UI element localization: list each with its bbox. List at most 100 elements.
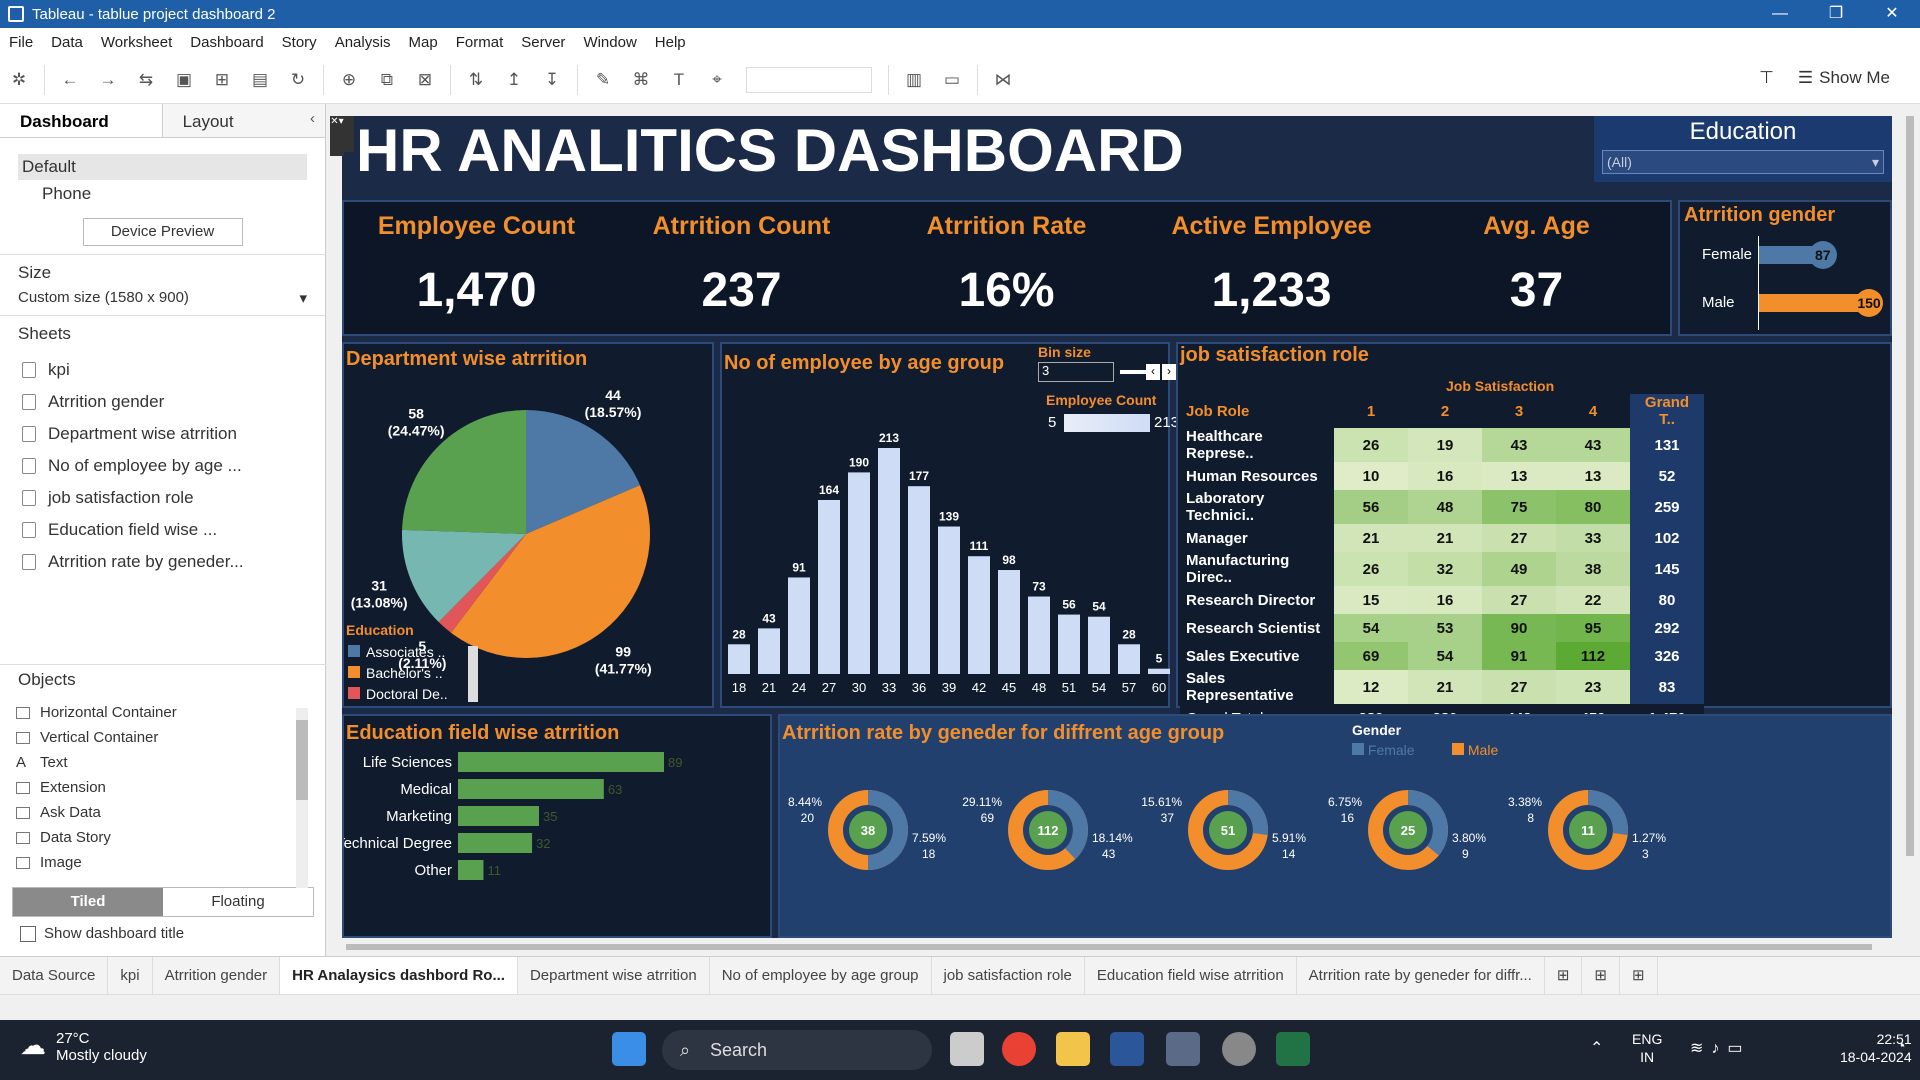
object-extension[interactable]: Extension (0, 775, 326, 800)
satisfaction-cell[interactable]: 48 (1408, 490, 1482, 524)
presentation-icon[interactable]: ▭ (938, 66, 966, 94)
satisfaction-cell[interactable]: 43 (1556, 428, 1630, 462)
sort-descending-icon[interactable]: ↧ (538, 66, 566, 94)
highlight-icon[interactable]: ✎ (589, 66, 617, 94)
grand-total-cell[interactable]: 292 (1630, 614, 1704, 642)
satisfaction-cell[interactable]: 112 (1556, 642, 1630, 670)
collapse-pane-icon[interactable]: ‹ (310, 110, 315, 127)
satisfaction-cell[interactable]: 22 (1556, 586, 1630, 614)
satisfaction-cell[interactable]: 91 (1482, 642, 1556, 670)
save-icon[interactable]: ▣ (170, 66, 198, 94)
satisfaction-cell[interactable]: 26 (1334, 552, 1408, 586)
satisfaction-cell[interactable]: 54 (1334, 614, 1408, 642)
tiled-button[interactable]: Tiled (13, 888, 163, 916)
menu-window[interactable]: Window (574, 34, 645, 51)
grand-total-cell[interactable]: 102 (1630, 524, 1704, 552)
menu-worksheet[interactable]: Worksheet (92, 34, 181, 51)
weather-widget[interactable]: ☁ 27°C Mostly cloudy (20, 1030, 147, 1064)
redo-icon[interactable]: → (94, 66, 122, 94)
job-role-cell[interactable]: Laboratory Technici.. (1180, 490, 1334, 524)
satisfaction-cell[interactable]: 23 (1556, 670, 1630, 704)
satisfaction-cell[interactable]: 15 (1334, 586, 1408, 614)
new-worksheet-icon[interactable]: ⊕ (335, 66, 363, 94)
tab-department-attrition[interactable]: Department wise atrrition (518, 956, 710, 995)
object-image[interactable]: Image (0, 850, 326, 875)
cards-icon[interactable]: ▥ (900, 66, 928, 94)
satisfaction-cell[interactable]: 27 (1482, 670, 1556, 704)
tab-dashboard[interactable]: Dashboard (0, 104, 163, 137)
object-text[interactable]: A Text (0, 750, 326, 775)
tableau-taskbar-icon[interactable] (1166, 1032, 1200, 1066)
satisfaction-cell[interactable]: 49 (1482, 552, 1556, 586)
tab-hr-dashboard[interactable]: HR Analaysics dashbord Ro... (280, 956, 518, 995)
grand-total-cell[interactable]: 145 (1630, 552, 1704, 586)
grand-total-cell[interactable]: 80 (1630, 586, 1704, 614)
new-dashboard-tab-icon[interactable]: ⊞ (1582, 956, 1620, 995)
legend-item[interactable]: Doctoral De.. (348, 684, 448, 705)
maximize-button[interactable]: ❐ (1808, 0, 1864, 28)
start-icon[interactable] (612, 1032, 646, 1066)
refresh-icon[interactable]: ↻ (284, 66, 312, 94)
objects-scrollbar[interactable] (296, 708, 308, 888)
sheet-item[interactable]: kpi (0, 354, 325, 386)
menu-story[interactable]: Story (273, 34, 326, 51)
tab-attrition-gender[interactable]: Atrrition gender (153, 956, 281, 995)
excel-icon[interactable] (1276, 1032, 1310, 1066)
grand-total-cell[interactable]: 131 (1630, 428, 1704, 462)
satisfaction-cell[interactable]: 10 (1334, 462, 1408, 490)
show-me-button[interactable]: ⊤ ☰ Show Me (1759, 68, 1890, 88)
satisfaction-cell[interactable]: 19 (1408, 428, 1482, 462)
menu-format[interactable]: Format (447, 34, 513, 51)
job-role-cell[interactable]: Healthcare Represe.. (1180, 428, 1334, 462)
satisfaction-cell[interactable]: 27 (1482, 586, 1556, 614)
floating-button[interactable]: Floating (163, 888, 313, 916)
legend-item[interactable]: Bachelor's .. (348, 663, 448, 684)
replay-icon[interactable]: ⇆ (132, 66, 160, 94)
satisfaction-cell[interactable]: 33 (1556, 524, 1630, 552)
tab-kpi[interactable]: kpi (108, 956, 153, 995)
grand-total-cell[interactable]: 52 (1630, 462, 1704, 490)
size-dropdown[interactable]: Custom size (1580 x 900) ▾ (18, 289, 307, 307)
clear-sheet-icon[interactable]: ⊠ (411, 66, 439, 94)
settings-icon[interactable] (1222, 1032, 1256, 1066)
satisfaction-cell[interactable]: 75 (1482, 490, 1556, 524)
satisfaction-cell[interactable]: 13 (1482, 462, 1556, 490)
new-datasource-icon[interactable]: ⊞ (208, 66, 236, 94)
notification-icon[interactable]: ◔ (1896, 1038, 1906, 1056)
device-phone[interactable]: Phone (0, 180, 325, 208)
job-role-cell[interactable]: Manufacturing Direc.. (1180, 552, 1334, 586)
horizontal-scrollbar[interactable] (346, 944, 1872, 950)
menu-help[interactable]: Help (646, 34, 695, 51)
device-default[interactable]: Default (18, 154, 307, 180)
satisfaction-cell[interactable]: 16 (1408, 586, 1482, 614)
sheet-item[interactable]: Department wise atrrition (0, 418, 325, 450)
legend-item[interactable]: Associates .. (348, 642, 448, 663)
education-filter-dropdown[interactable]: (All) ▾ (1602, 150, 1884, 174)
satisfaction-cell[interactable]: 69 (1334, 642, 1408, 670)
new-story-tab-icon[interactable]: ⊞ (1620, 956, 1658, 995)
menu-data[interactable]: Data (42, 34, 92, 51)
grand-total-cell[interactable]: 326 (1630, 642, 1704, 670)
file-explorer-icon[interactable] (1056, 1032, 1090, 1066)
satisfaction-cell[interactable]: 80 (1556, 490, 1630, 524)
object-vertical-container[interactable]: Vertical Container (0, 725, 326, 750)
show-title-checkbox[interactable] (20, 925, 36, 942)
tab-education-field[interactable]: Education field wise atrrition (1085, 956, 1297, 995)
sheet-item[interactable]: No of employee by age ... (0, 450, 325, 482)
group-icon[interactable]: ⌘ (627, 66, 655, 94)
menu-dashboard[interactable]: Dashboard (181, 34, 272, 51)
sort-ascending-icon[interactable]: ↥ (500, 66, 528, 94)
job-role-cell[interactable]: Human Resources (1180, 462, 1334, 490)
tab-job-satisfaction[interactable]: job satisfaction role (932, 956, 1085, 995)
word-icon[interactable] (1110, 1032, 1144, 1066)
satisfaction-cell[interactable]: 54 (1408, 642, 1482, 670)
satisfaction-cell[interactable]: 53 (1408, 614, 1482, 642)
object-ask-data[interactable]: Ask Data (0, 800, 326, 825)
satisfaction-cell[interactable]: 95 (1556, 614, 1630, 642)
menu-server[interactable]: Server (512, 34, 574, 51)
male-bar[interactable] (1759, 294, 1869, 312)
tab-age-group[interactable]: No of employee by age group (710, 956, 932, 995)
menu-analysis[interactable]: Analysis (326, 34, 400, 51)
taskbar-search[interactable]: ⌕ Search (662, 1030, 932, 1070)
pin-icon[interactable]: ⌖ (703, 66, 731, 94)
